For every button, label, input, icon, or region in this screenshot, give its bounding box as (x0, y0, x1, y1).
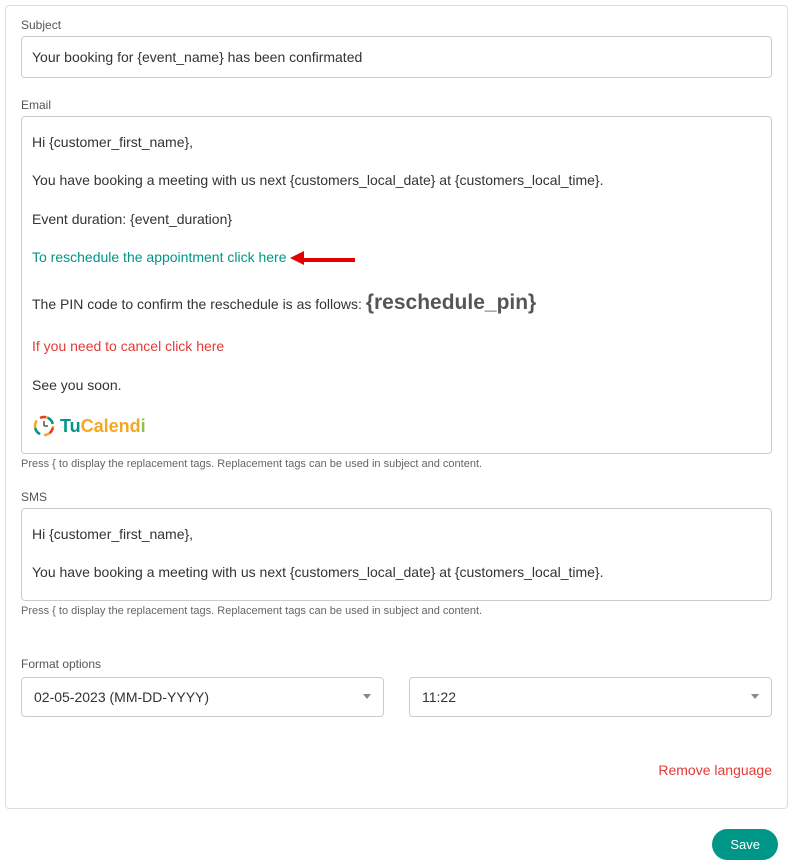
email-reschedule-row: To reschedule the appointment click here (32, 246, 761, 269)
annotation-arrow (300, 247, 355, 269)
reschedule-link[interactable]: To reschedule the appointment click here (32, 249, 286, 265)
email-hint: Press { to display the replacement tags.… (21, 458, 772, 470)
subject-group: Subject (21, 18, 772, 78)
format-group: Format options 02-05-2023 (MM-DD-YYYY) 1… (21, 657, 772, 717)
logo-text: TuCalendi (60, 412, 146, 441)
tucalendi-logo: TuCalendi (32, 412, 761, 441)
email-group: Email Hi {customer_first_name}, You have… (21, 98, 772, 470)
chevron-down-icon (751, 694, 759, 699)
chevron-down-icon (363, 694, 371, 699)
format-label: Format options (21, 657, 772, 671)
email-signoff: See you soon. (32, 374, 761, 396)
email-label: Email (21, 98, 772, 112)
email-greeting: Hi {customer_first_name}, (32, 131, 761, 153)
arrow-line-icon (300, 258, 355, 262)
sms-group: SMS Hi {customer_first_name}, You have b… (21, 490, 772, 617)
subject-label: Subject (21, 18, 772, 32)
sms-hint: Press { to display the replacement tags.… (21, 605, 772, 617)
logo-i: i (141, 416, 146, 436)
pin-tag: {reschedule_pin} (366, 291, 536, 314)
email-line1: You have booking a meeting with us next … (32, 169, 761, 191)
email-pin-line: The PIN code to confirm the reschedule i… (32, 286, 761, 320)
pin-prefix: The PIN code to confirm the reschedule i… (32, 296, 366, 312)
remove-language-link[interactable]: Remove language (658, 762, 772, 778)
clock-icon (32, 414, 56, 438)
sms-editor[interactable]: Hi {customer_first_name}, You have booki… (21, 508, 772, 601)
email-line2: Event duration: {event_duration} (32, 208, 761, 230)
format-row: 02-05-2023 (MM-DD-YYYY) 11:22 (21, 677, 772, 717)
date-format-select[interactable]: 02-05-2023 (MM-DD-YYYY) (21, 677, 384, 717)
logo-calend: Calend (81, 416, 141, 436)
sms-line1: You have booking a meeting with us next … (32, 561, 761, 583)
form-container: Subject Email Hi {customer_first_name}, … (5, 5, 788, 809)
save-row: Save (0, 814, 793, 865)
date-format-value: 02-05-2023 (MM-DD-YYYY) (34, 689, 209, 705)
cancel-link[interactable]: If you need to cancel click here (32, 335, 761, 357)
email-editor[interactable]: Hi {customer_first_name}, You have booki… (21, 116, 772, 454)
logo-tu: Tu (60, 416, 81, 436)
save-button[interactable]: Save (712, 829, 778, 860)
arrow-head-icon (290, 251, 304, 265)
remove-language-row: Remove language (21, 762, 772, 778)
time-format-select[interactable]: 11:22 (409, 677, 772, 717)
sms-label: SMS (21, 490, 772, 504)
sms-greeting: Hi {customer_first_name}, (32, 523, 761, 545)
subject-input[interactable] (21, 36, 772, 78)
time-format-value: 11:22 (422, 689, 456, 705)
